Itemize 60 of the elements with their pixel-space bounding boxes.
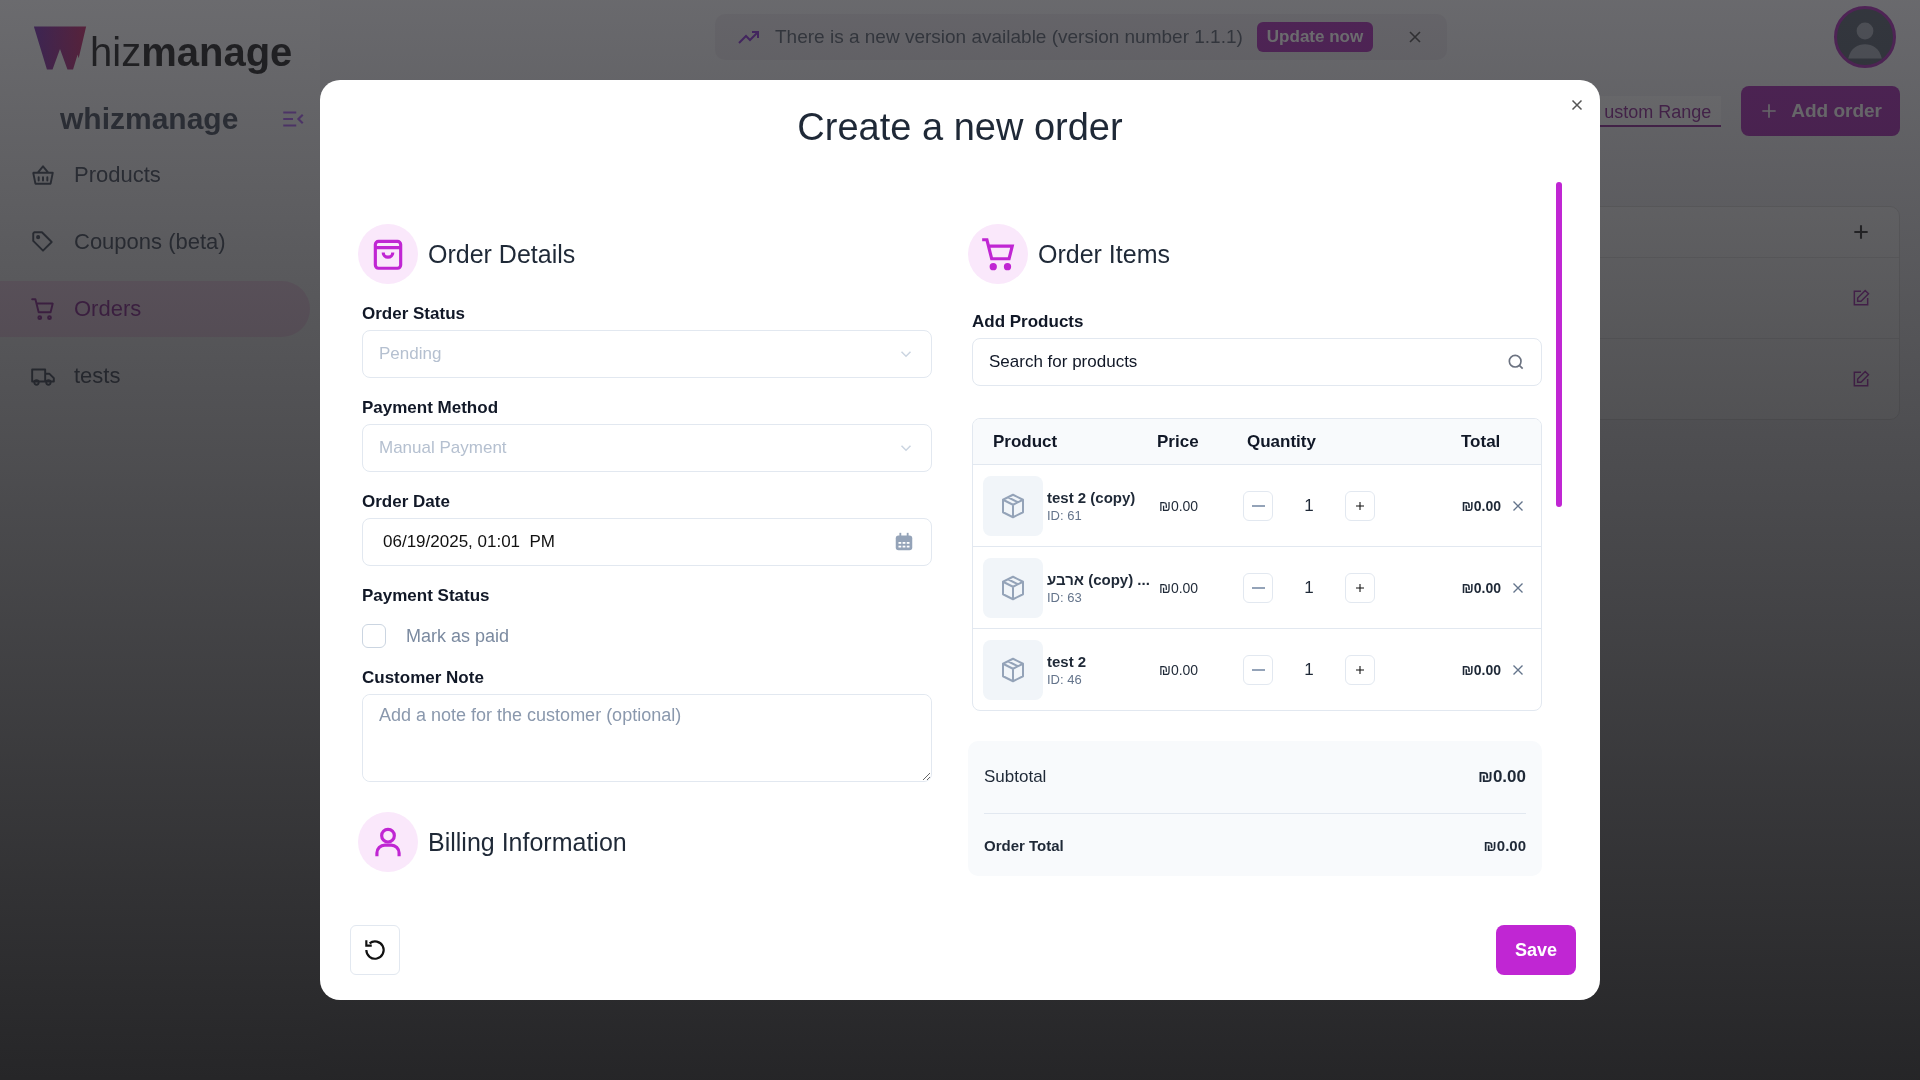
logo-text: hizmanage: [90, 32, 293, 72]
quantity-value: 1: [1303, 495, 1315, 516]
field-label: Payment Method: [362, 398, 500, 418]
select-field[interactable]: Manual Payment: [362, 424, 932, 472]
reset-button[interactable]: [350, 925, 400, 975]
product-name: test 2 (copy): [1047, 488, 1137, 506]
section-title: Order Details: [428, 239, 576, 269]
product-price: ₪0.00: [1158, 579, 1200, 596]
checkbox-label: Mark as paid: [406, 625, 510, 647]
minus-icon: [1251, 668, 1265, 671]
select-field[interactable]: Pending: [362, 330, 932, 378]
quantity-value: 1: [1303, 659, 1315, 680]
box-icon: [983, 639, 1043, 700]
column-header: Price: [1157, 431, 1200, 452]
box-icon: [983, 475, 1043, 536]
row-total: ₪0.00: [1460, 497, 1501, 514]
save-button[interactable]: Save: [1495, 925, 1576, 975]
product-id: ID: 61: [1047, 507, 1083, 523]
subtotal-value: ₪0.00: [1477, 767, 1526, 787]
subtotal-label: Subtotal: [984, 767, 1047, 787]
row-total: ₪0.00: [1460, 661, 1501, 678]
reset-icon: [362, 937, 388, 963]
product-id: ID: 46: [1047, 671, 1083, 687]
product-name: ארבע (copy) ...: [1047, 570, 1151, 588]
scrollbar-thumb[interactable]: [1556, 182, 1562, 507]
field-label: Order Status: [362, 304, 466, 324]
decrease-button[interactable]: [1243, 654, 1273, 685]
minus-icon: [1251, 504, 1265, 507]
column-header: Product: [992, 431, 1059, 452]
product-name: test 2: [1047, 652, 1088, 670]
field-label: Customer Note: [362, 668, 485, 688]
row-total: ₪0.00: [1460, 579, 1501, 596]
calendar-icon[interactable]: [893, 531, 915, 553]
order-total-label: Order Total: [984, 836, 1064, 854]
customer-note-field[interactable]: Add a note for the customer (optional): [362, 694, 932, 782]
increase-button[interactable]: [1345, 490, 1375, 521]
increase-button[interactable]: [1345, 572, 1375, 603]
minus-icon: [1251, 586, 1265, 589]
brand-name: whizmanage: [60, 102, 240, 136]
decrease-button[interactable]: [1243, 572, 1273, 603]
box-icon: [983, 557, 1043, 618]
increase-button[interactable]: [1345, 654, 1375, 685]
date-time-field[interactable]: 06/19/2025, 01:01 PM: [362, 518, 932, 566]
dialog-title: Create a new order: [796, 106, 1124, 150]
quantity-value: 1: [1303, 577, 1315, 598]
column-header: Total: [1460, 431, 1501, 452]
order-total-value: ₪0.00: [1483, 836, 1526, 854]
product-price: ₪0.00: [1158, 497, 1200, 514]
field-label: Payment Status: [362, 586, 491, 606]
search-icon: [1506, 352, 1526, 372]
field-label: Order Date: [362, 492, 451, 512]
product-price: ₪0.00: [1158, 661, 1200, 678]
section-title: Billing Information: [428, 827, 627, 857]
product-search-field[interactable]: Search for products: [972, 338, 1542, 386]
checkbox[interactable]: [362, 624, 386, 648]
decrease-button[interactable]: [1243, 490, 1273, 521]
column-header: Quantity: [1246, 431, 1317, 452]
product-id: ID: 63: [1047, 589, 1083, 605]
field-label: Add Products: [972, 312, 1085, 332]
section-title: Order Items: [1038, 239, 1170, 269]
